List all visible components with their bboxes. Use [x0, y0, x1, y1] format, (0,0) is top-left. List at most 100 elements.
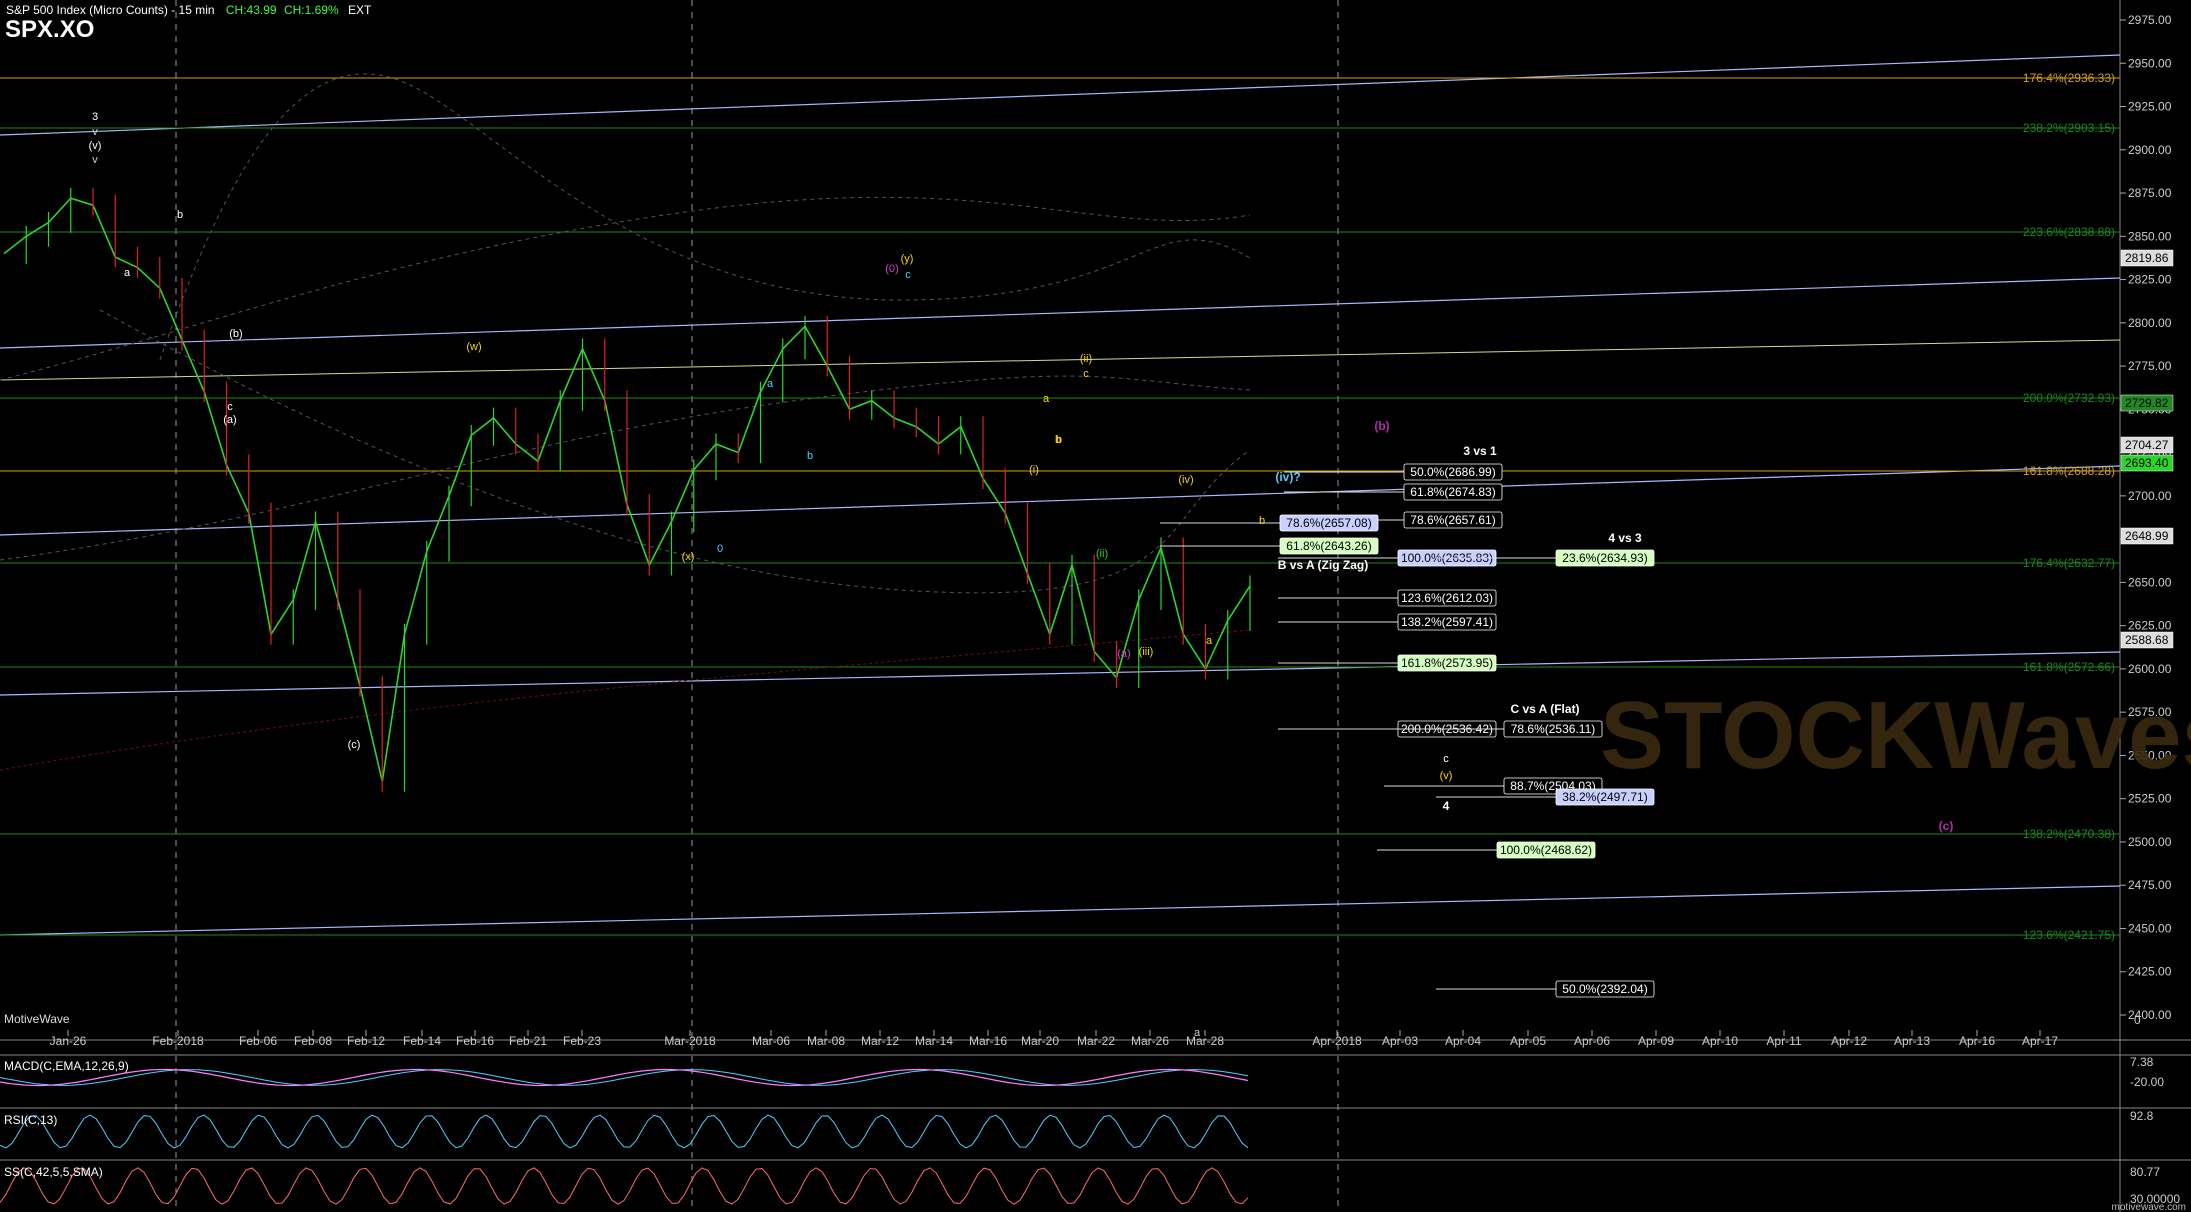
x-tick-label: Apr-03: [1382, 1034, 1418, 1048]
wave-label: (iv): [1178, 474, 1193, 486]
wave-label: c: [1083, 368, 1089, 380]
x-tick-label: Mar-12: [861, 1034, 899, 1048]
fib-line-label: 176.4%(2632.77): [2023, 556, 2115, 570]
x-tick-label: Feb-21: [509, 1034, 547, 1048]
y-axis-min-label: 0: [2134, 1013, 2141, 1027]
y-tick-label: 2425.00: [2128, 965, 2172, 979]
wave-label: b: [1056, 434, 1062, 446]
rsi-label: RSI(C,13): [4, 1113, 58, 1127]
wave-label: v: [92, 126, 98, 138]
wave-label: a: [767, 378, 774, 390]
chart-canvas[interactable]: 2975.00 2950.00 2925.00 2900.00 2875.00 2850.…: [0, 0, 2191, 1212]
wave-label: b: [1259, 515, 1265, 527]
wave-label: (a): [1117, 648, 1130, 660]
x-tick-label: Feb-2018: [152, 1034, 204, 1048]
wave-label: 3: [92, 111, 98, 123]
ss-label: SS(C,42,5,5,SMA): [4, 1165, 103, 1179]
x-tick-label: Feb-14: [403, 1034, 441, 1048]
ext-label: EXT: [347, 3, 372, 17]
fib-target-label: 161.8%(2573.95): [1401, 656, 1493, 670]
wave-label: a: [124, 267, 131, 279]
chart-annotation: B vs A (Zig Zag): [1278, 558, 1368, 572]
x-tick-label: Mar-22: [1077, 1034, 1115, 1048]
wave-label: c: [905, 269, 911, 281]
indicator-value-tag: 7.38: [2130, 1055, 2154, 1069]
y-tick-label: 2650.00: [2128, 575, 2172, 589]
wave-label: c: [227, 401, 233, 413]
fib-target-label: 23.6%(2634.93): [1562, 551, 1647, 565]
wave-label: (v): [89, 140, 102, 152]
x-tick-label: Jan-26: [50, 1034, 87, 1048]
chart-annotation: C vs A (Flat): [1510, 702, 1579, 716]
indicator-value-tag: -20.00: [2130, 1075, 2164, 1089]
wave-label: (w): [466, 341, 481, 353]
fib-line-label: 161.8%(2688.28): [2023, 464, 2115, 478]
chart-annotation: 4: [1443, 799, 1450, 813]
indicator-value-tag: 80.77: [2130, 1165, 2160, 1179]
y-tick-label: 2825.00: [2128, 273, 2172, 287]
wave-label: 0: [717, 543, 723, 555]
y-tick-label: 2625.00: [2128, 619, 2172, 633]
chart-annotation: (c): [1939, 819, 1954, 833]
indicator-value-tag: 92.8: [2130, 1109, 2154, 1123]
price-tag: 2704.27: [2125, 438, 2169, 452]
fib-target-label: 61.8%(2643.26): [1286, 539, 1371, 553]
x-tick-label: Mar-28: [1186, 1034, 1224, 1048]
chart-annotation: 4 vs 3: [1608, 531, 1642, 545]
fib-target-label: 78.6%(2657.61): [1410, 513, 1495, 527]
x-tick-label: Mar-20: [1021, 1034, 1059, 1048]
price-tag: 2693.40: [2125, 456, 2169, 470]
chart-annotation: (b): [1374, 419, 1389, 433]
x-tick-label: Apr-11: [1766, 1034, 1801, 1048]
fib-target-label: 100.0%(2468.62): [1500, 843, 1592, 857]
watermark: STOCKWaves: [1600, 682, 2191, 789]
fib-target-label: 61.8%(2674.83): [1410, 485, 1495, 499]
wave-label: a: [1043, 393, 1050, 405]
x-tick-label: Mar-26: [1131, 1034, 1169, 1048]
wave-label: (c): [348, 739, 361, 751]
fib-target-label: 138.2%(2597.41): [1401, 615, 1493, 629]
wave-label: a: [1194, 1027, 1201, 1039]
price-tag: 2729.82: [2125, 396, 2169, 410]
y-tick-label: 2700.00: [2128, 489, 2172, 503]
chart-annotation: (iv)?: [1275, 470, 1300, 484]
x-tick-label: Apr-09: [1638, 1034, 1674, 1048]
wave-label: c: [1443, 753, 1449, 765]
wave-label: (x): [682, 551, 695, 563]
x-tick-label: Apr-10: [1702, 1034, 1738, 1048]
wave-label: (i): [1029, 464, 1039, 476]
footer-url: motivewave.com: [2112, 1202, 2186, 1212]
y-tick-label: 2600.00: [2128, 662, 2172, 676]
wave-label: a: [1206, 635, 1213, 647]
x-tick-label: Feb-23: [563, 1034, 601, 1048]
wave-label: (v): [1440, 770, 1453, 782]
x-tick-label: Apr-04: [1445, 1034, 1481, 1048]
x-tick-label: Feb-06: [239, 1034, 277, 1048]
y-tick-label: 2900.00: [2128, 143, 2172, 157]
x-tick-label: Apr-12: [1831, 1034, 1867, 1048]
fib-line-label: 161.8%(2572.66): [2023, 660, 2115, 674]
fib-target-label: 78.6%(2657.08): [1286, 516, 1371, 530]
fib-line-label: 176.4%(2936.33): [2023, 71, 2115, 85]
chart-annotation: 3 vs 1: [1463, 444, 1497, 458]
x-tick-label: Mar-2018: [664, 1034, 716, 1048]
wave-label: (iii): [1139, 646, 1154, 658]
wave-label: (b): [229, 328, 242, 340]
wave-label: (a): [223, 414, 236, 426]
y-tick-label: 2850.00: [2128, 229, 2172, 243]
y-tick-label: 2500.00: [2128, 835, 2172, 849]
chart-title: S&P 500 Index (Micro Counts) - 15 min: [6, 3, 215, 17]
fib-target-label: 50.0%(2686.99): [1410, 465, 1495, 479]
x-tick-label: Apr-13: [1894, 1034, 1930, 1048]
wave-label: v: [92, 154, 98, 166]
change-value: CH:43.99: [225, 3, 277, 17]
y-tick-label: 2475.00: [2128, 878, 2172, 892]
x-tick-label: Feb-12: [347, 1034, 385, 1048]
x-tick-label: Mar-06: [752, 1034, 790, 1048]
x-tick-label: Apr-16: [1959, 1034, 1995, 1048]
x-tick-label: Apr-06: [1574, 1034, 1610, 1048]
fib-line-label: 238.2%(2903.15): [2023, 121, 2115, 135]
macd-label: MACD(C,EMA,12,26,9): [4, 1059, 129, 1073]
fib-target-label: 123.6%(2612.03): [1401, 591, 1493, 605]
chart-header: S&P 500 Index (Micro Counts) - 15 min CH…: [6, 3, 371, 17]
